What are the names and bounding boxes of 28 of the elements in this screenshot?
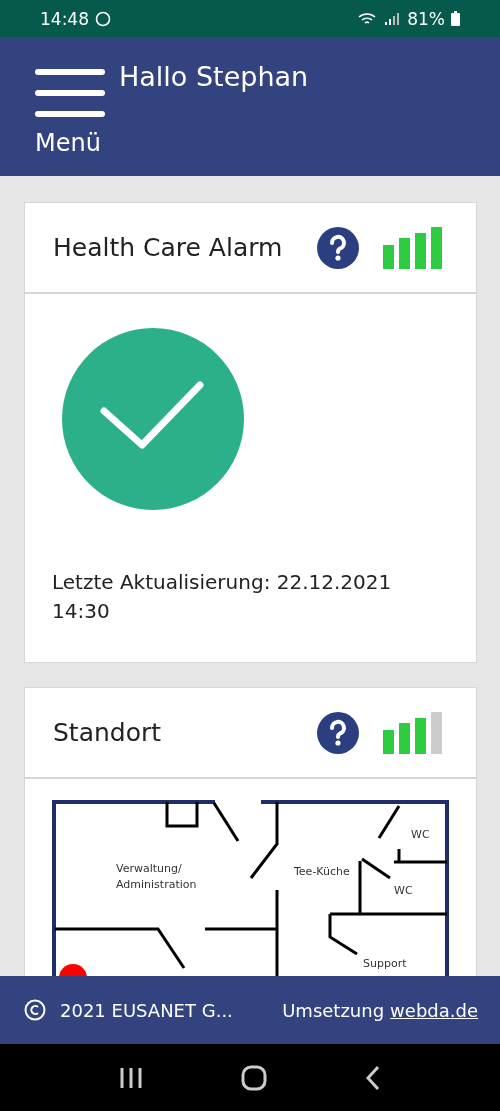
copyright-icon <box>24 999 46 1021</box>
help-icon[interactable] <box>317 711 359 754</box>
battery-icon <box>451 11 460 26</box>
menu-label[interactable]: Menü <box>35 129 101 157</box>
room-label: WC <box>394 884 413 897</box>
room-label: Tee-Küche <box>294 865 350 878</box>
help-icon[interactable] <box>317 226 359 269</box>
battery-percent: 81% <box>407 8 445 29</box>
card-title: Health Care Alarm <box>53 233 284 262</box>
signal-strength-icon <box>383 226 445 269</box>
recent-apps-icon[interactable] <box>119 1065 143 1090</box>
room-label: Verwaltung/ <box>116 862 182 875</box>
menu-icon[interactable] <box>35 69 105 117</box>
card-title: Standort <box>53 718 163 747</box>
status-time: 14:48 <box>40 8 89 29</box>
last-update-text: Letzte Aktualisierung: 22.12.2021 14:30 <box>52 569 393 625</box>
copyright-text: 2021 EUSANET G... <box>60 999 233 1021</box>
wifi-icon <box>357 10 378 27</box>
room-label: Support <box>363 957 407 970</box>
credit-link[interactable]: webda.de <box>390 999 478 1021</box>
greeting: Hallo Stephan <box>119 61 309 94</box>
credit-text: Umsetzung <box>282 999 385 1021</box>
room-label: WC <box>411 828 430 841</box>
room-label: Administration <box>116 878 197 891</box>
home-icon[interactable] <box>241 1064 267 1091</box>
cell-signal-icon <box>383 10 402 27</box>
signal-strength-icon <box>383 711 445 754</box>
back-icon[interactable] <box>365 1064 381 1091</box>
